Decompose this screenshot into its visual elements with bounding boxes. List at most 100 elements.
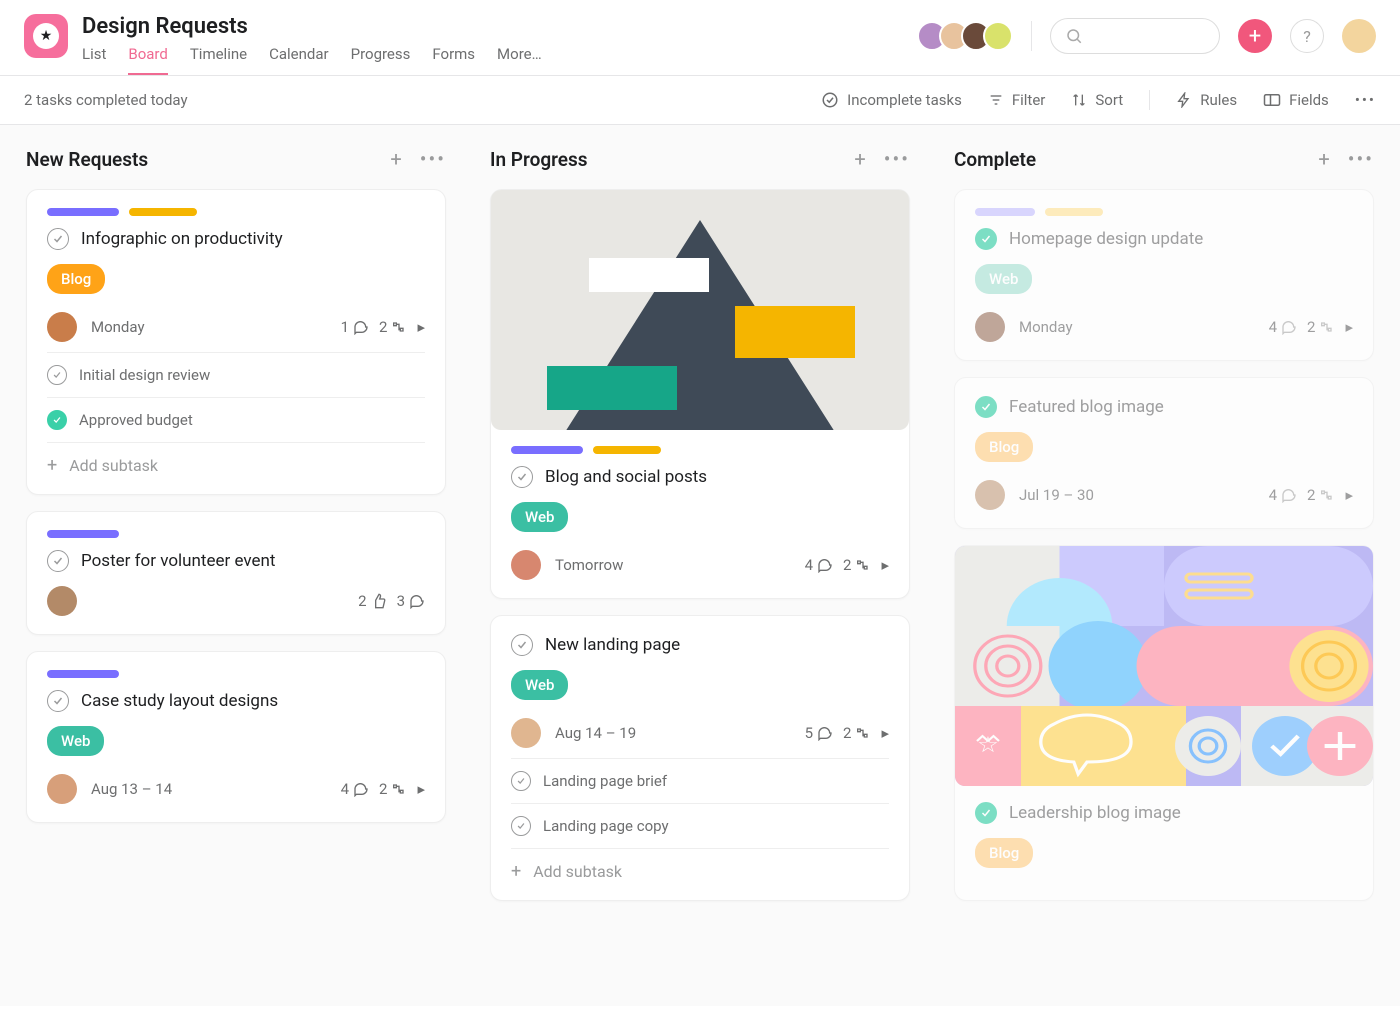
complete-check[interactable] [975, 396, 997, 418]
tab-timeline[interactable]: Timeline [190, 45, 247, 75]
tab-list[interactable]: List [82, 45, 106, 75]
subtask-count[interactable]: 2 [1307, 318, 1335, 336]
complete-check[interactable] [47, 410, 67, 430]
topbar: ★ Design Requests List Board Timeline Ca… [0, 0, 1400, 76]
tag-blog[interactable]: Blog [975, 838, 1033, 868]
checkmark-icon [980, 401, 992, 413]
card-cover-image: ☆ [955, 546, 1373, 786]
comment-count[interactable]: 4 [341, 780, 369, 798]
assignee-avatar[interactable] [511, 550, 541, 580]
task-card[interactable]: Featured blog image Blog Jul 19 – 30 4 2… [954, 377, 1374, 529]
more-button[interactable]: ••• [1355, 91, 1376, 109]
column-menu[interactable]: ••• [420, 147, 446, 171]
task-card[interactable]: Blog and social posts Web Tomorrow 4 2 ▸ [490, 189, 910, 599]
checkmark-icon [516, 471, 528, 483]
task-card[interactable]: Poster for volunteer event 2 3 [26, 511, 446, 635]
filter-button[interactable]: Filter [988, 91, 1046, 109]
subtask-count[interactable]: 2 [379, 318, 407, 336]
search-icon [1065, 27, 1083, 45]
subtask-count[interactable]: 2 [843, 724, 871, 742]
complete-check[interactable] [511, 634, 533, 656]
add-card-button[interactable]: + [854, 147, 865, 171]
chevron-right-icon[interactable]: ▸ [1345, 318, 1353, 336]
subtask-count[interactable]: 2 [843, 556, 871, 574]
tab-progress[interactable]: Progress [351, 45, 411, 75]
assignee-avatar[interactable] [511, 718, 541, 748]
task-title: Featured blog image [1009, 397, 1164, 417]
subtask-icon [855, 725, 871, 741]
assignee-avatar[interactable] [47, 774, 77, 804]
complete-check[interactable] [975, 228, 997, 250]
checkmark-icon [980, 233, 992, 245]
tag-web[interactable]: Web [511, 670, 568, 700]
chevron-right-icon[interactable]: ▸ [1345, 486, 1353, 504]
tab-board[interactable]: Board [128, 45, 167, 75]
subtask-row[interactable]: Initial design review [47, 353, 425, 398]
chevron-right-icon[interactable]: ▸ [881, 724, 889, 742]
task-title: Homepage design update [1009, 229, 1203, 249]
comment-count[interactable]: 4 [1269, 486, 1297, 504]
assignee-avatar[interactable] [47, 586, 77, 616]
tag-web[interactable]: Web [975, 264, 1032, 294]
me-avatar[interactable] [1342, 19, 1376, 53]
comment-count[interactable]: 1 [341, 318, 369, 336]
complete-check[interactable] [47, 550, 69, 572]
tab-forms[interactable]: Forms [432, 45, 475, 75]
chevron-right-icon[interactable]: ▸ [417, 780, 425, 798]
comment-count[interactable]: 4 [1269, 318, 1297, 336]
complete-check[interactable] [511, 771, 531, 791]
subtask-row[interactable]: Approved budget [47, 398, 425, 443]
column-title: Complete [954, 148, 1036, 171]
column-menu[interactable]: ••• [884, 147, 910, 171]
complete-check[interactable] [975, 802, 997, 824]
add-card-button[interactable]: + [390, 147, 401, 171]
add-subtask-button[interactable]: + Add subtask [511, 849, 889, 882]
complete-check[interactable] [47, 228, 69, 250]
assignee-avatar[interactable] [47, 312, 77, 342]
rules-button[interactable]: Rules [1176, 91, 1237, 109]
subtask-row[interactable]: Landing page brief [511, 759, 889, 804]
assignee-avatar[interactable] [975, 312, 1005, 342]
incomplete-filter[interactable]: Incomplete tasks [821, 91, 962, 109]
tab-more[interactable]: More… [497, 45, 542, 75]
task-card[interactable]: ☆ Leadership blog image Bl [954, 545, 1374, 901]
subtask-count[interactable]: 2 [379, 780, 407, 798]
comment-count[interactable]: 5 [805, 724, 833, 742]
chevron-right-icon[interactable]: ▸ [417, 318, 425, 336]
like-count[interactable]: 2 [358, 592, 386, 610]
assignee-avatar[interactable] [975, 480, 1005, 510]
task-card[interactable]: Homepage design update Web Monday 4 2 ▸ [954, 189, 1374, 361]
comment-count[interactable]: 3 [397, 592, 425, 610]
project-icon[interactable]: ★ [24, 14, 68, 58]
add-button[interactable]: + [1238, 19, 1272, 53]
sort-button[interactable]: Sort [1071, 91, 1123, 109]
complete-check[interactable] [511, 466, 533, 488]
chevron-right-icon[interactable]: ▸ [881, 556, 889, 574]
fields-button[interactable]: Fields [1263, 91, 1329, 109]
complete-check[interactable] [47, 365, 67, 385]
subtask-icon [1319, 319, 1335, 335]
add-card-button[interactable]: + [1318, 147, 1329, 171]
subtask-count[interactable]: 2 [1307, 486, 1335, 504]
subtask-row[interactable]: Landing page copy [511, 804, 889, 849]
tag-blog[interactable]: Blog [47, 264, 105, 294]
incomplete-label: Incomplete tasks [847, 91, 962, 109]
search-input[interactable] [1050, 18, 1220, 54]
member-avatars[interactable] [917, 21, 1013, 51]
help-button[interactable]: ? [1290, 19, 1324, 53]
complete-check[interactable] [47, 690, 69, 712]
subtask-icon [391, 319, 407, 335]
add-subtask-button[interactable]: + Add subtask [47, 443, 425, 476]
tag-web[interactable]: Web [47, 726, 104, 756]
complete-check[interactable] [511, 816, 531, 836]
avatar[interactable] [983, 21, 1013, 51]
task-card[interactable]: Case study layout designs Web Aug 13 – 1… [26, 651, 446, 823]
task-card[interactable]: Infographic on productivity Blog Monday … [26, 189, 446, 495]
tag-web[interactable]: Web [511, 502, 568, 532]
tab-calendar[interactable]: Calendar [269, 45, 329, 75]
column-menu[interactable]: ••• [1348, 147, 1374, 171]
comment-count[interactable]: 4 [805, 556, 833, 574]
tag-blog[interactable]: Blog [975, 432, 1033, 462]
comment-icon [353, 781, 369, 797]
task-card[interactable]: New landing page Web Aug 14 – 19 5 2 ▸ L… [490, 615, 910, 901]
